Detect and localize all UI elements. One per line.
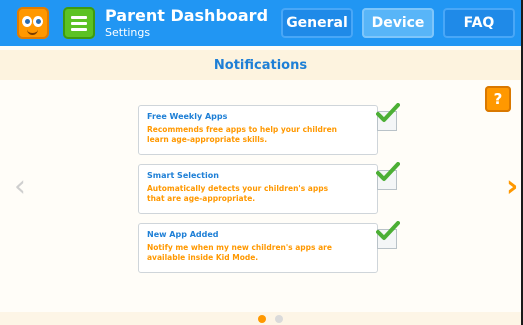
new-app-added-checkbox[interactable] [373,221,400,249]
eye-right [33,16,43,27]
smart-selection-checkbox[interactable] [373,162,400,190]
chevron-left-icon[interactable]: ‹ [14,172,26,202]
help-button[interactable]: ? [485,86,511,112]
setting-description: Notify me when my new children's apps ar… [147,243,332,262]
free-weekly-apps-checkbox[interactable] [373,103,400,131]
checkmark-icon [376,103,400,122]
hamburger-menu-icon[interactable] [63,7,95,39]
setting-description: Recommends free apps to help your childr… [147,125,338,144]
tab-faq[interactable]: FAQ [443,8,515,38]
tab-general[interactable]: General [281,8,353,38]
setting-card-smart-selection: Smart Selection Automatically detects yo… [138,162,400,214]
checkmark-icon [376,162,400,181]
checkmark-icon [376,221,400,240]
setting-description: Automatically detects your children's ap… [147,184,329,203]
page-subtitle: Settings [105,26,151,39]
setting-card-free-weekly-apps: Free Weekly Apps Recommends free apps to… [138,103,400,155]
eye-left [22,16,32,27]
setting-card-new-app-added: New App Added Notify me when my new chil… [138,221,400,273]
tab-device[interactable]: Device [362,8,434,38]
page-dot-active[interactable] [258,315,266,323]
page-title: Parent Dashboard [105,6,269,25]
mouth [27,29,38,35]
page-dot[interactable] [275,315,283,323]
setting-title: Free Weekly Apps [147,112,228,121]
chevron-right-icon[interactable]: › [506,172,518,202]
setting-title: Smart Selection [147,171,219,180]
kid-mode-face-icon[interactable] [17,7,49,39]
top-bar: Parent Dashboard Settings General Device… [0,0,521,46]
section-heading: Notifications [213,58,308,73]
setting-title: New App Added [147,230,219,239]
